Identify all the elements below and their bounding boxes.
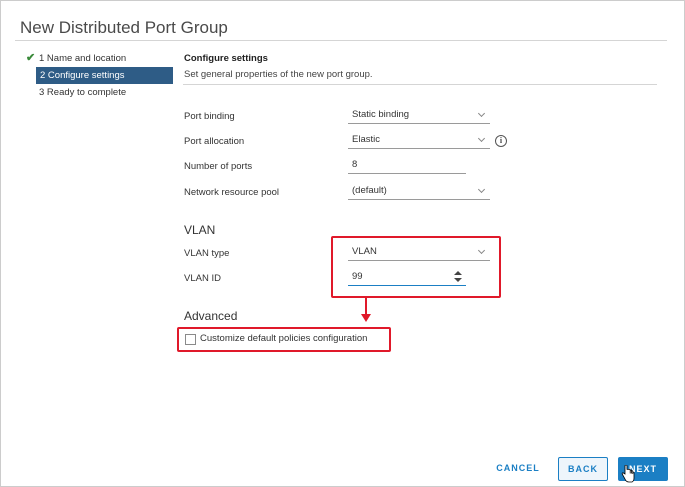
- customize-highlight-box: [177, 327, 391, 352]
- port-binding-value: Static binding: [352, 109, 410, 120]
- port-allocation-label: Port allocation: [184, 136, 245, 147]
- section-description: Set general properties of the new port g…: [184, 69, 373, 80]
- new-port-group-dialog: New Distributed Port Group ✔ 1 Name and …: [0, 0, 685, 487]
- back-button[interactable]: BACK: [558, 457, 608, 481]
- vlan-highlight-box: [331, 236, 501, 298]
- info-icon[interactable]: i: [495, 135, 507, 147]
- dialog-title: New Distributed Port Group: [20, 18, 228, 37]
- vlan-type-label: VLAN type: [184, 248, 230, 259]
- chevron-down-icon: [478, 108, 486, 122]
- network-resource-pool-select[interactable]: (default): [348, 184, 490, 200]
- checkmark-icon: ✔: [26, 52, 36, 64]
- step-configure-settings[interactable]: 2 Configure settings: [36, 67, 173, 84]
- step-ready-to-complete[interactable]: 3 Ready to complete: [23, 84, 173, 101]
- arrow-down-icon: [361, 314, 371, 322]
- chevron-down-icon: [478, 184, 486, 198]
- hand-pointer-icon: [621, 465, 635, 483]
- port-binding-label: Port binding: [184, 111, 235, 122]
- number-of-ports-label: Number of ports: [184, 161, 253, 172]
- advanced-heading: Advanced: [184, 309, 238, 323]
- vlan-id-label: VLAN ID: [184, 273, 221, 284]
- step-label: 1 Name and location: [39, 53, 127, 64]
- step-label: 2 Configure settings: [40, 70, 125, 81]
- network-resource-pool-label: Network resource pool: [184, 187, 280, 198]
- chevron-down-icon: [478, 133, 486, 147]
- title-divider: [15, 40, 667, 41]
- cancel-button[interactable]: CANCEL: [493, 457, 543, 481]
- port-binding-select[interactable]: Static binding: [348, 108, 490, 124]
- wizard-steps: ✔ 1 Name and location 2 Configure settin…: [23, 50, 173, 101]
- step-name-and-location[interactable]: ✔ 1 Name and location: [23, 50, 173, 67]
- step-label: 3 Ready to complete: [39, 87, 127, 98]
- network-resource-pool-value: (default): [352, 185, 387, 196]
- vlan-heading: VLAN: [184, 223, 216, 237]
- section-divider: [183, 84, 657, 85]
- number-of-ports-input[interactable]: 8: [348, 158, 466, 174]
- section-heading: Configure settings: [184, 53, 268, 64]
- port-allocation-value: Elastic: [352, 134, 380, 145]
- port-allocation-select[interactable]: Elastic: [348, 133, 490, 149]
